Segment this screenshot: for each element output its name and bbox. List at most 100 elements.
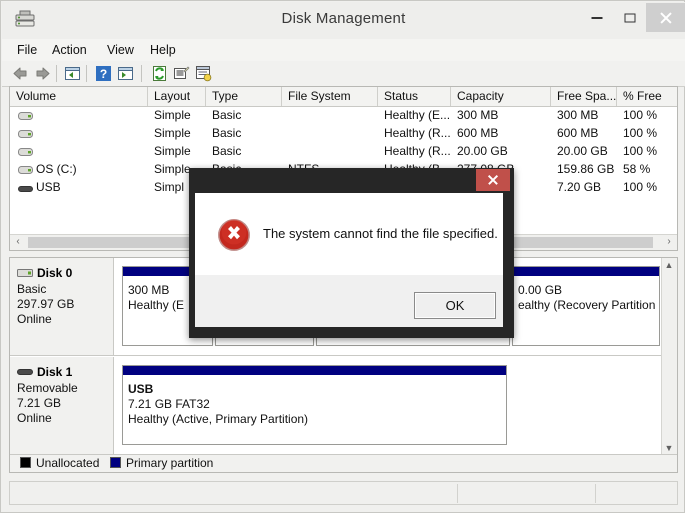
table-row[interactable]: Simple Basic Healthy (R... 600 MB 600 MB…	[10, 124, 677, 142]
partition-status: Healthy (Active, Primary Partition)	[128, 412, 309, 426]
column-header-percent-free[interactable]: % Free	[617, 87, 677, 106]
forward-arrow-icon[interactable]	[34, 65, 51, 82]
column-header-volume[interactable]: Volume	[10, 87, 148, 106]
legend-label-unallocated: Unallocated	[36, 456, 100, 470]
status-bar	[9, 481, 678, 505]
disk-name-text: Disk 1	[37, 365, 73, 379]
drive-icon	[18, 128, 33, 138]
scroll-right-arrow-icon[interactable]: ›	[661, 235, 677, 249]
disk-name-text: Disk 0	[37, 266, 73, 280]
cell-layout: Simple	[154, 144, 191, 158]
cell-volume: OS (C:)	[36, 162, 77, 176]
scroll-left-arrow-icon[interactable]: ‹	[10, 235, 26, 249]
partition-color-bar	[123, 366, 506, 376]
minimize-button[interactable]	[580, 3, 613, 32]
disk-size: 297.97 GB	[17, 297, 75, 311]
dialog-body: The system cannot find the file specifie…	[195, 193, 503, 275]
disk-status: Online	[17, 411, 52, 425]
table-row[interactable]: Simple Basic Healthy (R... 20.00 GB 20.0…	[10, 142, 677, 160]
cell-file-system	[282, 142, 384, 160]
toolbar-separator-2	[86, 65, 87, 82]
volume-list-header: Volume Layout Type File System Status Ca…	[10, 87, 677, 107]
disk-type: Removable	[17, 381, 78, 395]
column-header-layout[interactable]: Layout	[148, 87, 206, 106]
status-bar-divider-1	[457, 484, 458, 503]
column-header-capacity[interactable]: Capacity	[451, 87, 551, 106]
disk-status: Online	[17, 312, 52, 326]
up-one-level-icon[interactable]	[64, 65, 81, 82]
cell-volume	[36, 124, 154, 142]
cell-file-system	[282, 124, 384, 142]
menu-item-help[interactable]: Help	[143, 42, 183, 59]
cell-volume	[36, 142, 154, 160]
removable-disk-icon	[17, 366, 33, 376]
title-bar: Disk Management	[2, 2, 685, 39]
toolbar: ?	[2, 61, 685, 87]
partition-body: 0.00 GB ealthy (Recovery Partition	[513, 277, 659, 345]
drive-icon	[18, 146, 33, 156]
disk-type: Basic	[17, 282, 47, 296]
menu-item-view[interactable]: View	[100, 42, 141, 59]
error-icon	[217, 218, 251, 252]
minimize-icon	[591, 16, 602, 19]
dialog-title-bar	[189, 168, 514, 193]
menu-bar: File Action View Help	[2, 39, 685, 62]
close-button[interactable]	[646, 3, 685, 32]
partition-3[interactable]: 0.00 GB ealthy (Recovery Partition	[512, 266, 660, 346]
partition-size: 7.21 GB FAT32	[128, 397, 210, 411]
legend-swatch-primary-partition	[110, 457, 121, 468]
svg-text:?: ?	[100, 67, 107, 81]
dialog-close-button[interactable]	[476, 169, 510, 191]
column-header-file-system[interactable]: File System	[282, 87, 378, 106]
disk-info-disk-0: Disk 0 Basic 297.97 GB Online	[10, 258, 114, 355]
dialog-footer: OK	[195, 275, 503, 327]
table-row[interactable]: Simple Basic Healthy (E... 300 MB 300 MB…	[10, 106, 677, 124]
cell-percent-free: 100 %	[623, 108, 658, 122]
properties-icon[interactable]	[173, 65, 190, 82]
menu-item-action[interactable]: Action	[45, 42, 94, 59]
cell-free-space: 300 MB	[557, 108, 599, 122]
cell-volume: USB	[36, 180, 61, 194]
disk-row-disk-1[interactable]: Disk 1 Removable 7.21 GB Online USB 7.21…	[10, 357, 662, 456]
toolbar-separator	[56, 65, 57, 82]
show-hide-console-tree-icon[interactable]	[117, 65, 134, 82]
column-header-status[interactable]: Status	[378, 87, 451, 106]
disk-panel-vertical-scrollbar[interactable]: ▲ ▼	[661, 258, 677, 456]
legend-label-primary-partition: Primary partition	[126, 456, 214, 470]
cell-status: Healthy (E...	[384, 108, 451, 122]
maximize-button[interactable]	[613, 3, 646, 32]
usb-drive-icon	[18, 183, 33, 193]
cell-status: Healthy (R...	[384, 126, 451, 140]
partition-body: USB 7.21 GB FAT32 Healthy (Active, Prima…	[123, 376, 506, 444]
cell-percent-free: 100 %	[623, 126, 658, 140]
cell-percent-free: 58 %	[623, 162, 651, 176]
cell-free-space: 20.00 GB	[557, 144, 608, 158]
hard-disk-icon	[17, 267, 33, 277]
cell-capacity: 20.00 GB	[457, 144, 508, 158]
column-header-free-space[interactable]: Free Spa...	[551, 87, 617, 106]
disk-management-window: Disk Management File Action View Help ?	[0, 0, 685, 513]
column-header-type[interactable]: Type	[206, 87, 282, 106]
disk-1-partitions: USB 7.21 GB FAT32 Healthy (Active, Prima…	[122, 357, 662, 455]
cell-volume	[36, 106, 154, 124]
partition-usb[interactable]: USB 7.21 GB FAT32 Healthy (Active, Prima…	[122, 365, 507, 445]
status-bar-divider-2	[595, 484, 596, 503]
ok-button[interactable]: OK	[414, 292, 496, 319]
partition-color-bar	[513, 267, 659, 277]
close-icon	[659, 11, 673, 25]
refresh-icon[interactable]	[151, 65, 168, 82]
disk-size: 7.21 GB	[17, 396, 62, 410]
options-icon[interactable]	[195, 65, 212, 82]
cell-capacity: 600 MB	[457, 126, 499, 140]
close-icon	[487, 174, 499, 186]
cell-status: Healthy (R...	[384, 144, 451, 158]
partition-size: 0.00 GB	[518, 283, 563, 297]
help-icon[interactable]: ?	[95, 65, 112, 82]
scroll-up-arrow-icon[interactable]: ▲	[662, 258, 676, 273]
cell-layout: Simple	[154, 126, 191, 140]
cell-layout: Simple	[154, 108, 191, 122]
disk-label: Disk 0	[17, 266, 113, 280]
menu-item-file[interactable]: File	[10, 42, 44, 59]
disk-info-disk-1: Disk 1 Removable 7.21 GB Online	[10, 357, 114, 455]
back-arrow-icon[interactable]	[12, 65, 29, 82]
